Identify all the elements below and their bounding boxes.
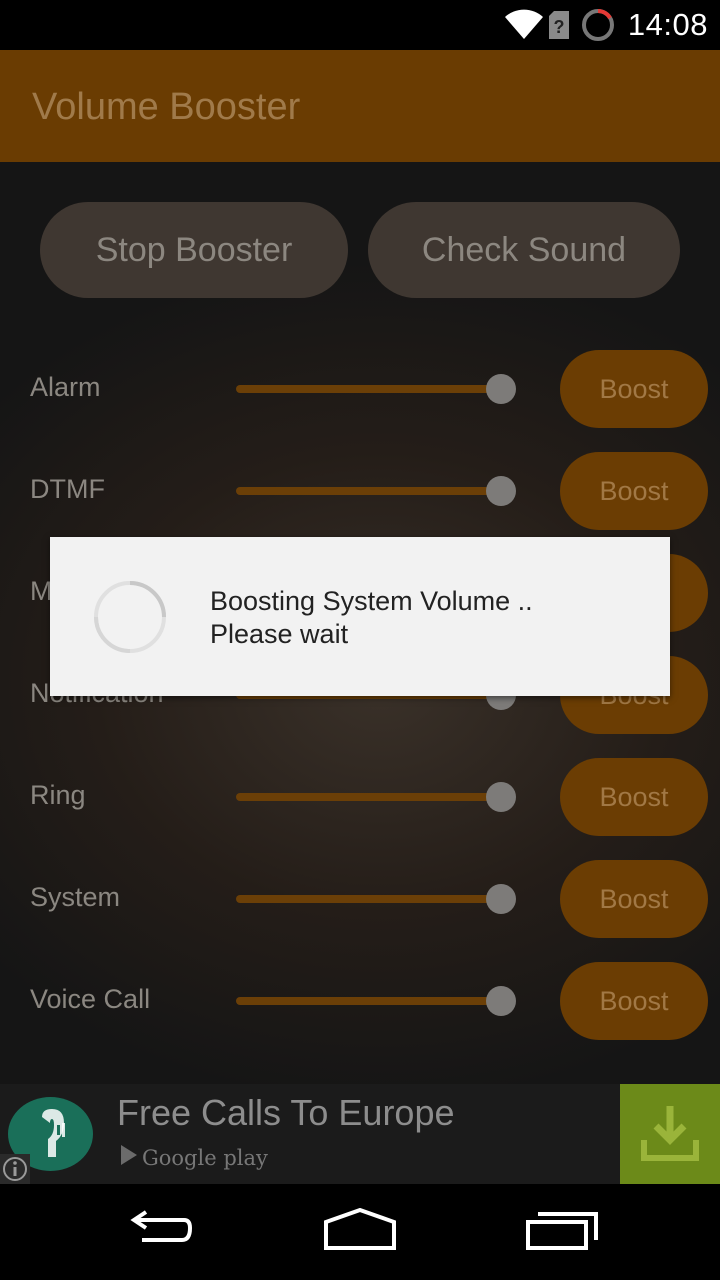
dialog-message: Boosting System Volume .. Please wait [210, 585, 533, 651]
sim-unknown-icon: ? [548, 10, 570, 40]
boost-button[interactable]: Boost [560, 860, 708, 938]
volume-slider-thumb[interactable] [486, 986, 516, 1016]
google-play-icon [120, 1144, 138, 1171]
back-icon [124, 1209, 196, 1255]
stream-label: Ring [30, 780, 86, 810]
boost-button[interactable]: Boost [560, 758, 708, 836]
recents-button[interactable] [517, 1202, 607, 1262]
volume-slider-thumb[interactable] [486, 782, 516, 812]
download-icon [638, 1100, 702, 1169]
google-play-badge: Google play [120, 1144, 268, 1171]
volume-slider-track[interactable] [236, 997, 504, 1005]
back-button[interactable] [115, 1202, 205, 1262]
ad-banner[interactable]: Free Calls To Europe Google play [0, 1084, 720, 1184]
volume-slider-track[interactable] [236, 385, 504, 393]
google-play-label: Google play [142, 1145, 268, 1170]
action-bar: Volume Booster [0, 50, 720, 162]
status-time: 14:08 [627, 7, 708, 42]
stream-row-dtmf: DTMF Boost [0, 452, 720, 532]
recents-icon [526, 1210, 598, 1255]
volume-slider-thumb[interactable] [486, 374, 516, 404]
stream-row-system: System Boost [0, 860, 720, 940]
ad-title[interactable]: Free Calls To Europe [117, 1092, 455, 1134]
boost-button[interactable]: Boost [560, 452, 708, 530]
wifi-icon [504, 9, 544, 41]
loading-spinner-icon [92, 579, 168, 655]
boost-button[interactable]: Boost [560, 962, 708, 1040]
volume-slider-track[interactable] [236, 895, 504, 903]
svg-text:?: ? [553, 17, 564, 37]
navigation-bar [0, 1184, 720, 1280]
progress-dialog: Boosting System Volume .. Please wait [50, 537, 670, 696]
check-sound-button[interactable]: Check Sound [368, 202, 680, 298]
dialog-message-line1: Boosting System Volume .. [210, 586, 533, 616]
home-icon [322, 1207, 398, 1257]
volume-slider-track[interactable] [236, 793, 504, 801]
stream-row-alarm: Alarm Boost [0, 350, 720, 430]
battery-ring-icon [580, 7, 616, 43]
stream-label: System [30, 882, 121, 912]
stream-row-ring: Ring Boost [0, 758, 720, 838]
stream-label: Alarm [30, 372, 101, 402]
app-title: Volume Booster [32, 86, 301, 128]
dialog-message-line2: Please wait [210, 619, 349, 649]
stop-booster-button[interactable]: Stop Booster [40, 202, 348, 298]
stream-label: DTMF [30, 474, 105, 504]
home-button[interactable] [315, 1202, 405, 1262]
ad-download-button[interactable] [620, 1084, 720, 1184]
volume-slider-thumb[interactable] [486, 884, 516, 914]
stream-row-voice-call: Voice Call Boost [0, 962, 720, 1042]
boost-button[interactable]: Boost [560, 350, 708, 428]
info-icon[interactable] [0, 1154, 30, 1184]
volume-slider-track[interactable] [236, 487, 504, 495]
status-bar: ? 14:08 [0, 0, 720, 50]
stream-label: Voice Call [30, 984, 151, 1014]
volume-slider-thumb[interactable] [486, 476, 516, 506]
